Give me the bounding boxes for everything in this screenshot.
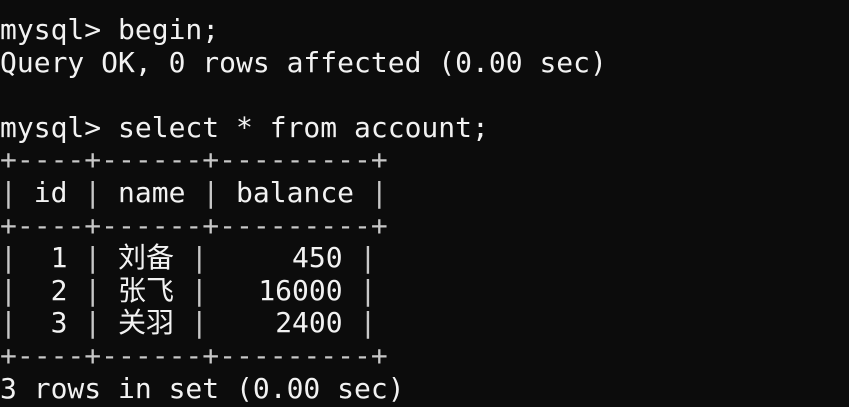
cell-name: 张飞 [118, 273, 175, 307]
table-border-bottom: +----+------+---------+ [0, 338, 388, 372]
table-header-row: | id | name | balance | [0, 175, 849, 210]
pipe: | [0, 175, 17, 209]
cell-id: 2 [50, 273, 68, 307]
cell-balance: 450 [292, 241, 343, 275]
column-header-id: id [33, 175, 68, 209]
table-row: | 1 | 刘备 | 450 | [0, 241, 377, 275]
cell-id: 3 [50, 306, 68, 340]
table-row: | 3 | 关羽 | 2400 | [0, 306, 377, 340]
cell-balance: 16000 [258, 273, 343, 307]
query-result-summary: 3 rows in set (0.00 sec) [0, 371, 405, 405]
cell-name: 刘备 [118, 241, 175, 275]
table-row: | 2 | 张飞 | 16000 | [0, 273, 377, 307]
pipe: | [202, 175, 220, 209]
pipe: | [84, 175, 102, 209]
table-border-mid: +----+------+---------+ [0, 208, 388, 242]
mysql-terminal[interactable]: mysql> begin; Query OK, 0 rows affected … [0, 0, 849, 407]
command-line: mysql> begin; [0, 13, 220, 46]
column-header-balance: balance [236, 175, 355, 209]
cell-balance: 2400 [275, 306, 343, 340]
table-border-top: +----+------+---------+ [0, 143, 388, 177]
pipe: | [370, 175, 388, 209]
cell-id: 1 [50, 241, 68, 275]
command-line: mysql> select * from account; [0, 110, 489, 144]
query-response: Query OK, 0 rows affected (0.00 sec) [0, 45, 607, 79]
column-header-name: name [118, 175, 186, 209]
cell-name: 关羽 [118, 306, 175, 340]
